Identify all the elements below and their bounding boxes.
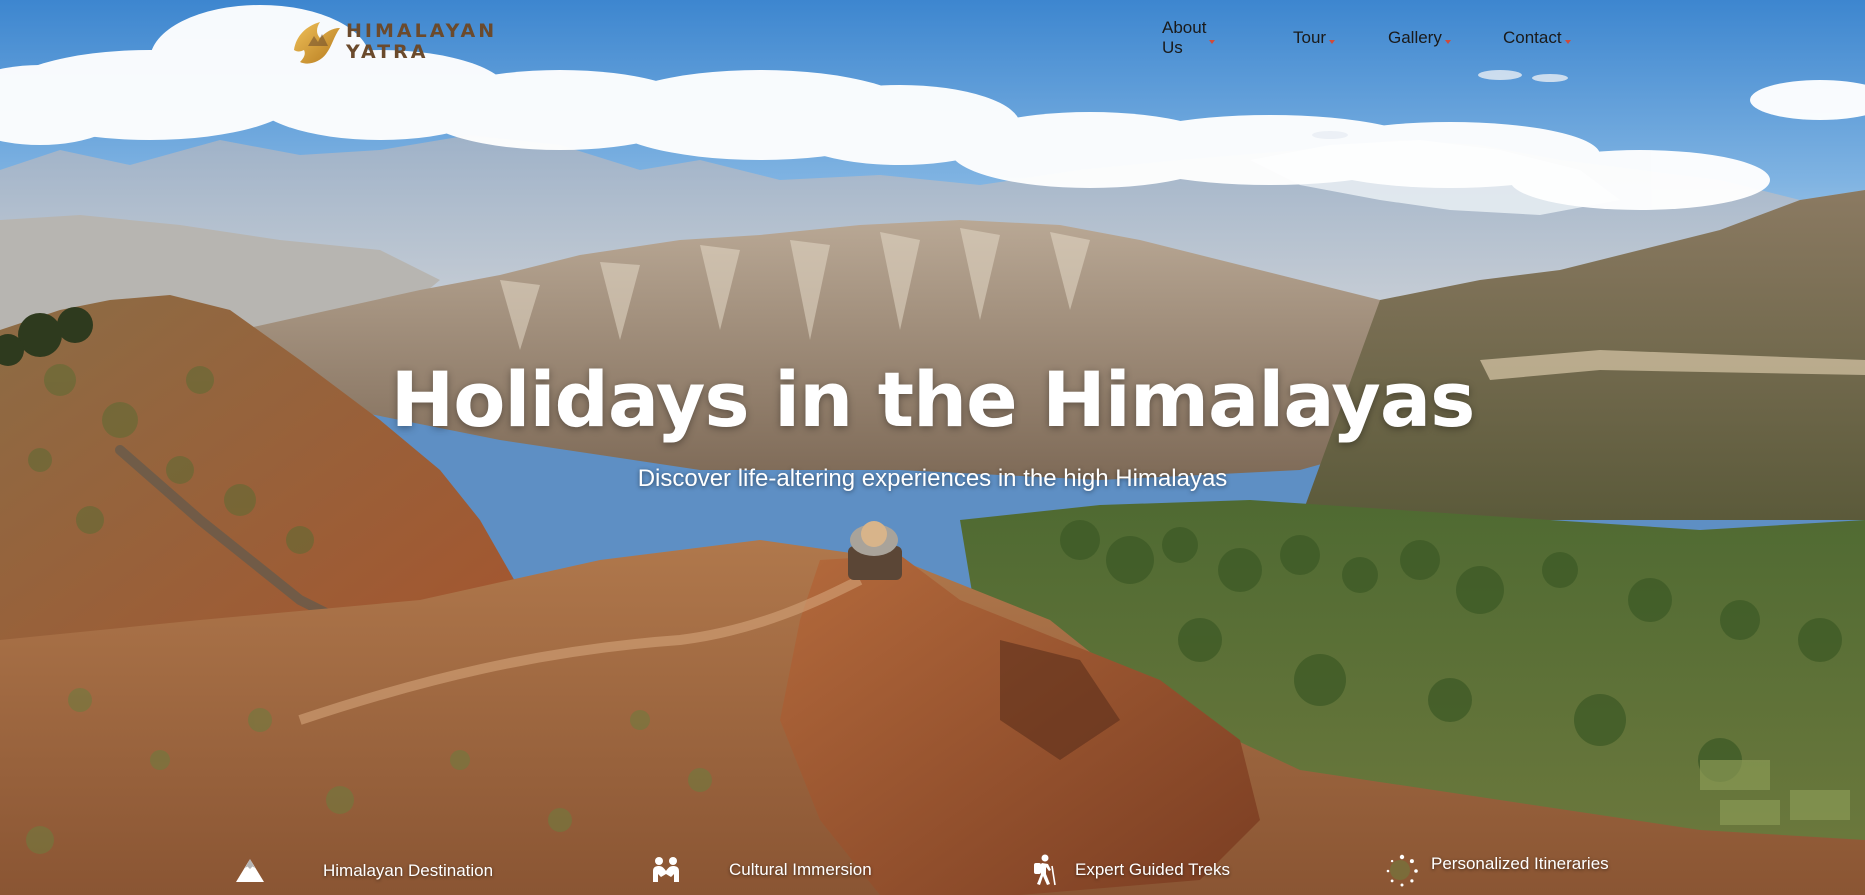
brand-name-line2: YATRA (346, 41, 429, 63)
nav-about-us-label: About Us (1162, 18, 1207, 57)
hero-section: HIMALAYAN YATRA About Us Tour Gallery Co… (0, 0, 1865, 895)
feature-label: Cultural Immersion (729, 860, 872, 879)
nav-about-us[interactable]: About Us (1162, 18, 1216, 57)
nav-contact[interactable]: Contact (1503, 28, 1571, 48)
chevron-down-icon (1209, 40, 1216, 44)
people-icon (653, 857, 679, 882)
hero-subtitle: Discover life-altering experiences in th… (637, 465, 1228, 492)
chevron-down-icon (1329, 40, 1336, 44)
brand-name: HIMALAYAN YATRA (346, 21, 497, 63)
brand-name-line1: HIMALAYAN (346, 20, 498, 42)
feature-cultural-immersion: Cultural Immersion (650, 854, 950, 888)
mountain-icon (236, 859, 264, 882)
feature-himalayan-destination: Himalayan Destination (234, 854, 534, 888)
nav-tour[interactable]: Tour (1293, 28, 1336, 48)
nav-gallery-label: Gallery (1388, 28, 1442, 47)
nav-tour-label: Tour (1293, 28, 1327, 47)
chevron-down-icon (1444, 40, 1451, 44)
feature-label: Personalized Itineraries (1431, 854, 1609, 873)
brand-logo[interactable]: HIMALAYAN YATRA (290, 16, 497, 68)
nav-gallery[interactable]: Gallery (1388, 28, 1451, 48)
hero-background-image (0, 0, 1865, 895)
feature-label: Himalayan Destination (323, 861, 494, 880)
feature-personalized-itineraries: Personalized Itineraries (1385, 850, 1725, 888)
logo-mark-icon (294, 22, 340, 64)
feature-label: Expert Guided Treks (1075, 860, 1230, 879)
nav-contact-label: Contact (1503, 28, 1562, 47)
feature-expert-guided-treks: Expert Guided Treks (1030, 854, 1330, 888)
chevron-down-icon (1564, 40, 1571, 44)
hero-title: Holidays in the Himalayas (390, 355, 1476, 444)
dotted-circle-icon (1386, 854, 1418, 887)
hiker-icon (1034, 854, 1056, 886)
